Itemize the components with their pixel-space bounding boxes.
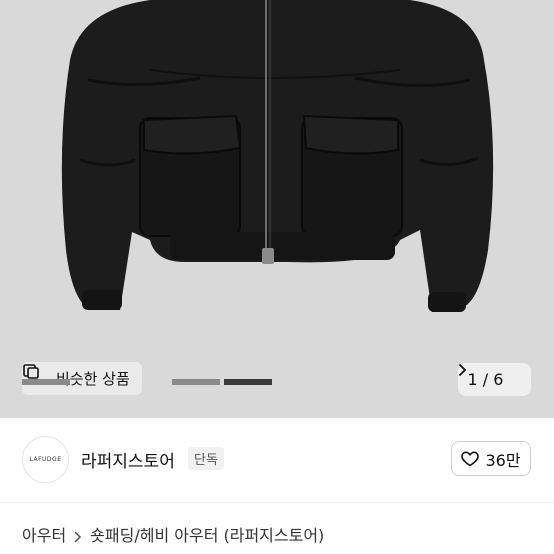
like-count: 36만: [485, 450, 521, 470]
divider: [0, 502, 554, 503]
store-avatar[interactable]: LAFUDGE: [22, 436, 69, 483]
image-pager-button[interactable]: 1 / 6: [458, 363, 531, 396]
breadcrumb: 아우터 숏패딩/헤비 아우터 (라퍼지스토어): [22, 522, 324, 546]
product-image[interactable]: 비슷한 상품 1 / 6: [0, 0, 554, 418]
progress-segment-active: [224, 379, 272, 385]
progress-segment: [172, 379, 220, 385]
heart-icon: [461, 450, 480, 467]
store-row: LAFUDGE 라퍼지스토어 단독 36만: [0, 418, 554, 502]
chevron-right-icon: [459, 364, 521, 387]
pager-text: 1 / 6: [467, 370, 504, 389]
progress-segment: [22, 379, 70, 385]
chevron-right-icon: [74, 528, 82, 543]
exclusive-badge: 단독: [188, 447, 224, 470]
like-button[interactable]: 36만: [451, 441, 531, 476]
breadcrumb-item-category[interactable]: 숏패딩/헤비 아우터 (라퍼지스토어): [90, 522, 324, 546]
puffer-jacket-image: [0, 0, 554, 418]
image-progress-indicator: [22, 379, 272, 385]
breadcrumb-item-outer[interactable]: 아우터: [22, 522, 66, 546]
store-name[interactable]: 라퍼지스토어: [81, 447, 175, 472]
store-logo-text: LAFUDGE: [29, 456, 62, 463]
